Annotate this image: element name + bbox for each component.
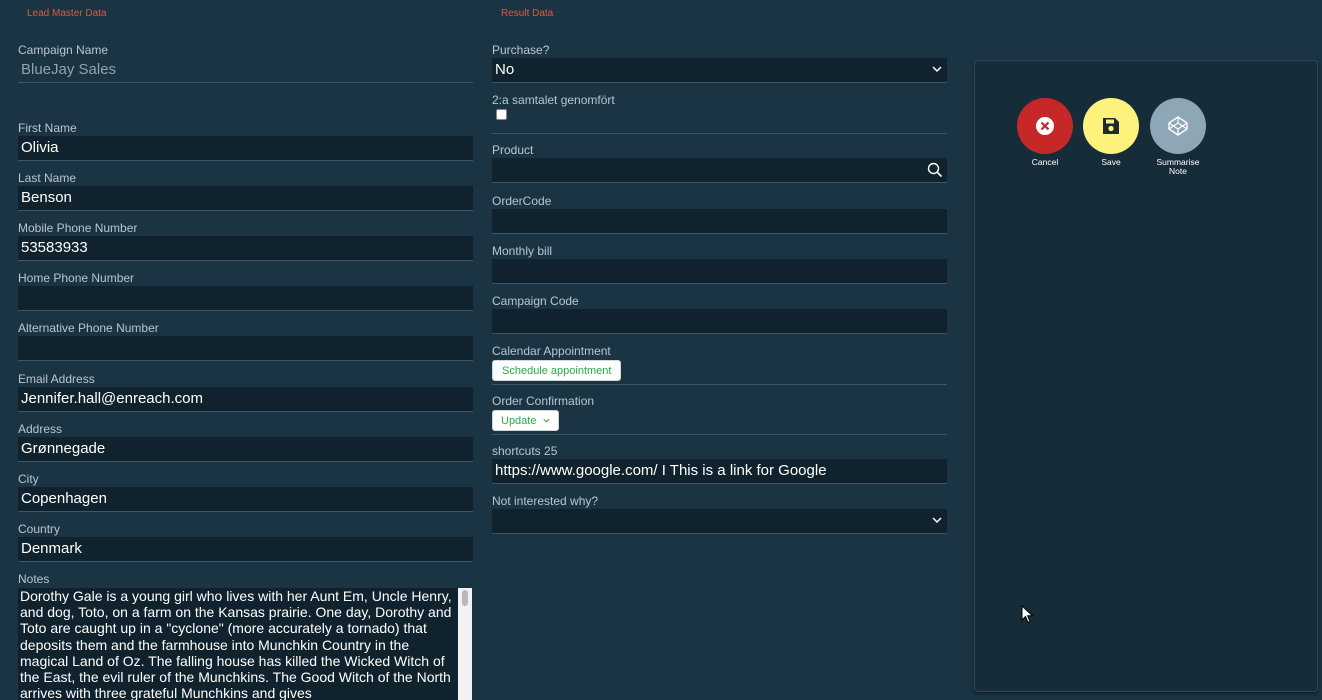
order-confirmation-label: Order Confirmation — [492, 394, 595, 408]
chevron-down-icon — [542, 418, 550, 423]
monthly-bill-input[interactable] — [492, 259, 947, 284]
city-input[interactable]: Copenhagen — [18, 487, 473, 512]
mobile-phone-input[interactable]: 53583933 — [18, 236, 473, 261]
floppy-disk-icon — [1103, 118, 1119, 134]
chevron-down-icon — [932, 517, 942, 524]
schedule-appointment-button[interactable]: Schedule appointment — [492, 360, 622, 381]
address-input[interactable]: Grønnegade — [18, 437, 473, 462]
notes-label: Notes — [18, 572, 50, 586]
chevron-down-icon — [932, 66, 942, 73]
first-name-input[interactable]: Olivia — [18, 136, 473, 161]
result-data-title: Result Data — [501, 8, 554, 19]
second-call-label: 2:a samtalet genomfört — [492, 93, 615, 107]
last-name-input[interactable]: Benson — [18, 186, 473, 211]
not-interested-select[interactable] — [492, 509, 947, 534]
mouse-pointer-icon — [1021, 605, 1034, 624]
notes-textarea[interactable]: Dorothy Gale is a young girl who lives w… — [18, 588, 472, 700]
save-label: Save — [1101, 157, 1121, 167]
product-input[interactable] — [492, 158, 947, 183]
summarise-note-button[interactable]: Summarise Note — [1149, 98, 1207, 176]
search-icon[interactable] — [927, 162, 943, 178]
shortcuts-input[interactable]: https://www.google.com/ I This is a link… — [492, 459, 947, 484]
product-label: Product — [492, 143, 534, 157]
close-circle-icon — [1036, 117, 1054, 135]
email-input[interactable]: Jennifer.hall@enreach.com — [18, 387, 473, 412]
shortcuts-label: shortcuts 25 — [492, 444, 558, 458]
save-button[interactable]: Save — [1082, 98, 1140, 167]
campaign-code-label: Campaign Code — [492, 294, 579, 308]
save-button-circle[interactable] — [1083, 98, 1139, 154]
summarise-label-line2: Note — [1169, 166, 1187, 176]
divider — [492, 133, 947, 134]
not-interested-label: Not interested why? — [492, 494, 599, 508]
lead-master-data-title: Lead Master Data — [27, 8, 107, 19]
home-phone-label: Home Phone Number — [18, 271, 135, 285]
alternative-phone-input[interactable] — [18, 336, 473, 361]
lead-form-page: Lead Master Data Result Data Campaign Na… — [0, 0, 1322, 700]
country-label: Country — [18, 522, 61, 536]
city-label: City — [18, 472, 39, 486]
notes-text: Dorothy Gale is a young girl who lives w… — [20, 588, 452, 700]
monthly-bill-label: Monthly bill — [492, 244, 553, 258]
update-dropdown-button[interactable]: Update — [492, 410, 559, 431]
purchase-select[interactable]: No — [492, 58, 947, 83]
alternative-phone-label: Alternative Phone Number — [18, 321, 159, 335]
campaign-code-input[interactable] — [492, 309, 947, 334]
purchase-label: Purchase? — [492, 43, 550, 57]
divider — [492, 384, 947, 385]
notes-scrollbar[interactable] — [458, 588, 472, 700]
purchase-selected-value: No — [495, 61, 515, 78]
summarise-button-circle[interactable] — [1150, 98, 1206, 154]
update-button-label: Update — [501, 415, 537, 427]
home-phone-input[interactable] — [18, 286, 473, 311]
campaign-name-label: Campaign Name — [18, 43, 109, 57]
country-input[interactable]: Denmark — [18, 537, 473, 562]
email-label: Email Address — [18, 372, 95, 386]
campaign-name-value: BlueJay Sales — [18, 58, 473, 83]
address-label: Address — [18, 422, 63, 436]
summarise-label: Summarise Note — [1149, 158, 1207, 176]
first-name-label: First Name — [18, 121, 77, 135]
second-call-checkbox[interactable] — [496, 109, 507, 120]
divider — [492, 434, 947, 435]
notes-scrollbar-thumb[interactable] — [462, 590, 468, 606]
cancel-button-circle[interactable] — [1017, 98, 1073, 154]
calendar-appointment-label: Calendar Appointment — [492, 344, 611, 358]
mobile-phone-label: Mobile Phone Number — [18, 221, 138, 235]
codepen-icon — [1168, 116, 1188, 136]
order-code-label: OrderCode — [492, 194, 552, 208]
action-panel: Cancel Save Summarise Note — [974, 60, 1318, 692]
cancel-button[interactable]: Cancel — [1016, 98, 1074, 167]
cancel-label: Cancel — [1031, 157, 1059, 167]
order-code-input[interactable] — [492, 209, 947, 234]
last-name-label: Last Name — [18, 171, 77, 185]
